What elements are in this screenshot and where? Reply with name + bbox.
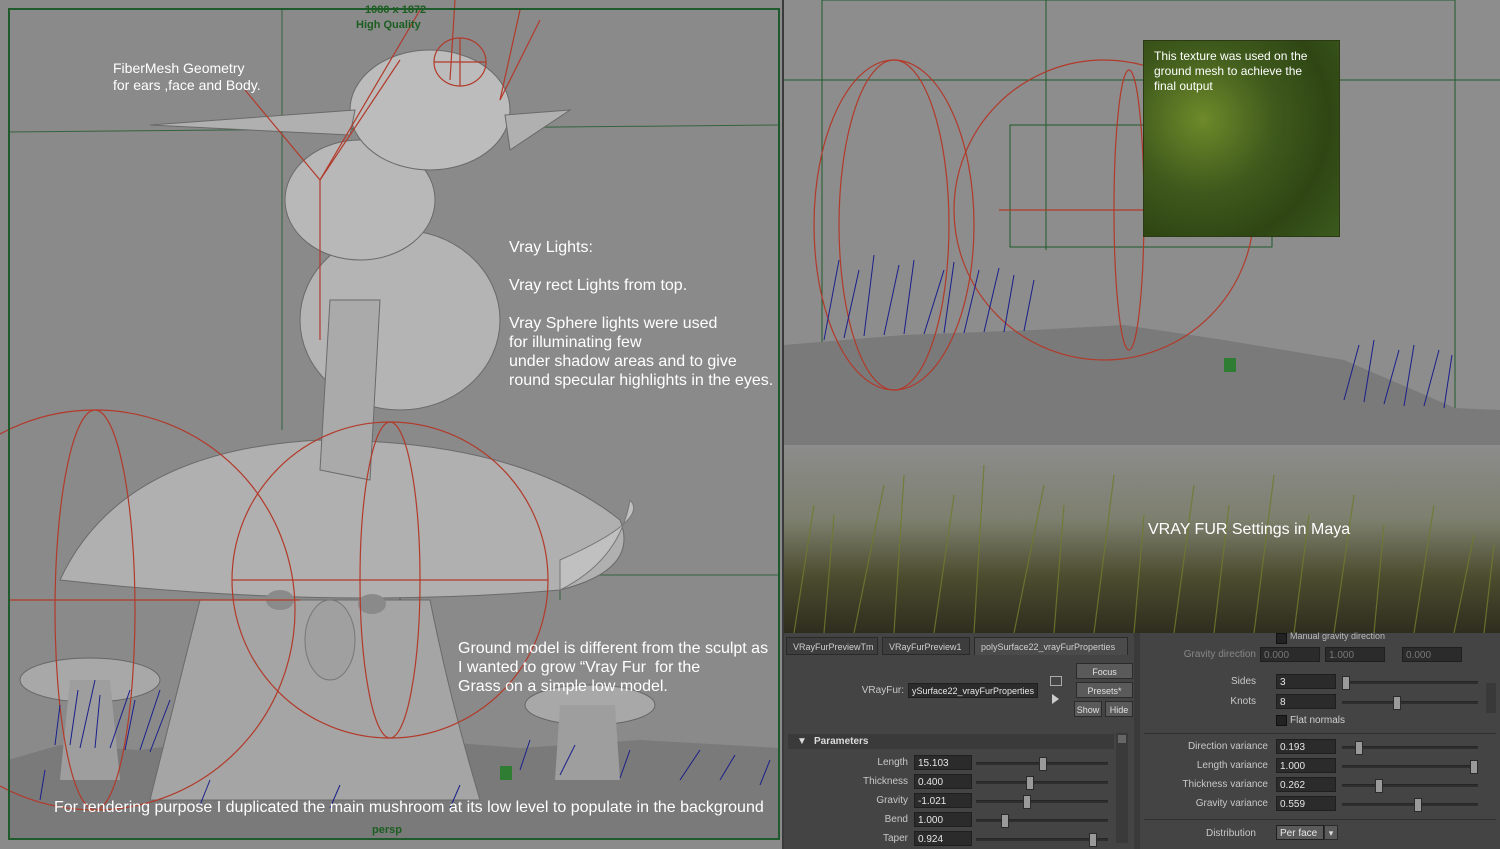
param-slider[interactable]	[976, 776, 1108, 790]
param-field[interactable]: 15.103	[914, 755, 972, 770]
variance-slider-handle[interactable]	[1355, 741, 1363, 755]
variance-slider-handle[interactable]	[1375, 779, 1383, 793]
resolution-label: 1080 x 1872	[365, 4, 427, 16]
param-slider-handle[interactable]	[1089, 833, 1097, 847]
distribution-label: Distribution	[1205, 828, 1256, 839]
show-button[interactable]: Show	[1074, 701, 1102, 717]
variance-slider[interactable]	[1342, 760, 1478, 774]
divider	[1144, 819, 1496, 820]
knots-label: Knots	[1230, 696, 1256, 707]
variance-label: Gravity variance	[1195, 798, 1268, 809]
texture-note: This texture was used on the ground mesh…	[1154, 49, 1308, 93]
collapse-arrow-icon: ▼	[797, 736, 807, 747]
param-field[interactable]: 0.924	[914, 831, 972, 846]
param-field[interactable]: 0.400	[914, 774, 972, 789]
chevron-down-icon[interactable]: ▾	[1324, 825, 1338, 840]
focus-button[interactable]: Focus	[1076, 663, 1133, 679]
attribute-editor-right: Manual gravity direction Gravity directi…	[1140, 631, 1500, 849]
tab-vrayfurpreview1[interactable]: VRayFurPreview1	[882, 637, 970, 655]
variance-slider-handle[interactable]	[1414, 798, 1422, 812]
hide-button[interactable]: Hide	[1105, 701, 1133, 717]
param-slider-handle[interactable]	[1001, 814, 1009, 828]
param-slider-handle[interactable]	[1039, 757, 1047, 771]
left-viewport[interactable]: 1080 x 1872 High Quality persp FiberMesh…	[0, 0, 782, 849]
rendering-note: For rendering purpose I duplicated the m…	[54, 799, 764, 816]
knots-slider-handle[interactable]	[1393, 696, 1401, 710]
camera-label: persp	[372, 824, 402, 836]
scrollbar[interactable]	[1116, 733, 1128, 843]
quality-label: High Quality	[356, 19, 421, 31]
param-label: Gravity	[876, 795, 908, 806]
gravity-direction-x[interactable]: 0.000	[1260, 647, 1320, 662]
fur-settings-caption: VRAY FUR Settings in Maya	[1148, 521, 1351, 538]
variance-field[interactable]: 1.000	[1276, 758, 1336, 773]
manual-gravity-label: Manual gravity direction	[1290, 631, 1386, 641]
scroll-up-icon[interactable]	[1118, 735, 1126, 743]
param-label: Bend	[884, 814, 908, 825]
variance-field[interactable]: 0.559	[1276, 796, 1336, 811]
param-slider[interactable]	[976, 795, 1108, 809]
param-slider-handle[interactable]	[1023, 795, 1031, 809]
go-to-output-icon[interactable]	[1052, 694, 1059, 704]
knots-slider[interactable]	[1342, 696, 1478, 710]
param-label: Taper	[882, 833, 908, 844]
knots-field[interactable]: 8	[1276, 694, 1336, 709]
tab-vrayfurpreviewtm[interactable]: VRayFurPreviewTm	[786, 637, 878, 655]
presets-button[interactable]: Presets*	[1076, 682, 1133, 698]
grass-blades	[793, 464, 1495, 633]
variance-slider[interactable]	[1342, 741, 1478, 755]
param-field[interactable]: -1.021	[914, 793, 972, 808]
gravity-direction-z[interactable]: 0.000	[1402, 647, 1462, 662]
camera-frame	[8, 8, 780, 840]
param-field[interactable]: 1.000	[914, 812, 972, 827]
variance-label: Direction variance	[1187, 741, 1268, 752]
variance-slider-handle[interactable]	[1470, 760, 1478, 774]
param-slider[interactable]	[976, 814, 1108, 828]
node-label: VRayFur:	[861, 685, 904, 696]
node-name-field[interactable]: ySurface22_vrayFurProperties	[908, 683, 1038, 698]
tab-fur-properties[interactable]: polySurface22_vrayFurProperties	[974, 637, 1128, 655]
vray-lights-note: Vray Lights: Vray rect Lights from top. …	[509, 239, 774, 389]
ground-scene	[784, 0, 1500, 445]
sides-slider[interactable]	[1342, 676, 1478, 690]
variance-label: Thickness variance	[1182, 779, 1268, 790]
param-slider[interactable]	[976, 757, 1108, 771]
param-label: Thickness	[862, 776, 908, 787]
manual-gravity-checkbox[interactable]	[1276, 633, 1287, 644]
param-label: Length	[877, 757, 908, 768]
variance-slider[interactable]	[1342, 779, 1478, 793]
param-slider[interactable]	[976, 833, 1108, 847]
distribution-select[interactable]: Per face	[1276, 825, 1324, 840]
variance-field[interactable]: 0.262	[1276, 777, 1336, 792]
right-locator-icon	[1224, 358, 1236, 372]
sides-field[interactable]: 3	[1276, 674, 1336, 689]
variance-slider[interactable]	[1342, 798, 1478, 812]
flat-normals-checkbox[interactable]	[1276, 715, 1287, 726]
gravity-direction-y[interactable]: 1.000	[1325, 647, 1385, 662]
sides-label: Sides	[1230, 676, 1256, 687]
select-node-icon[interactable]	[1050, 676, 1062, 686]
ground-model-note: Ground model is different from the sculp…	[458, 640, 769, 695]
flat-normals-label: Flat normals	[1290, 715, 1346, 726]
right-scrollbar[interactable]	[1486, 683, 1496, 713]
variance-label: Length variance	[1196, 760, 1268, 771]
sides-slider-handle[interactable]	[1342, 676, 1350, 690]
divider	[1144, 733, 1496, 734]
right-viewport[interactable]	[784, 0, 1500, 445]
grass-render-preview: VRAY FUR Settings in Maya	[784, 445, 1500, 633]
attribute-editor-left: VRayFurPreviewTm VRayFurPreview1 polySur…	[784, 633, 1134, 849]
grass-texture-swatch: This texture was used on the ground mesh…	[1143, 40, 1340, 237]
parameters-section-label: Parameters	[814, 736, 869, 747]
parameters-section[interactable]: ▼ Parameters	[788, 734, 1114, 749]
variance-field[interactable]: 0.193	[1276, 739, 1336, 754]
fibermesh-note: FiberMesh Geometry for ears ,face and Bo…	[113, 60, 261, 93]
param-slider-handle[interactable]	[1026, 776, 1034, 790]
gravity-direction-label: Gravity direction	[1183, 649, 1256, 660]
